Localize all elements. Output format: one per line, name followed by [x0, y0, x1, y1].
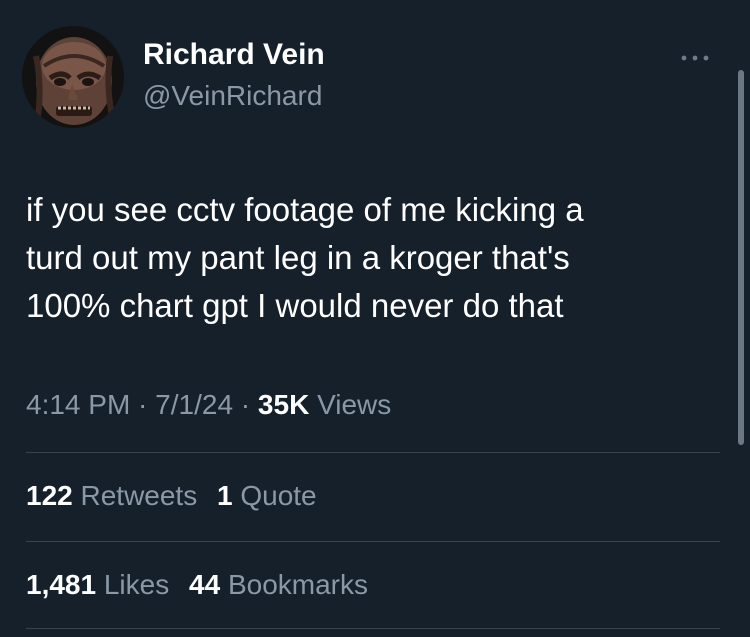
engagement-row-shares: 122 Retweets 1 Quote [26, 478, 329, 514]
meta-separator: · [233, 389, 258, 420]
tweet-text: if you see cctv footage of me kicking a … [26, 186, 706, 330]
divider [26, 452, 720, 453]
retweets-label: Retweets [72, 480, 198, 511]
meta-separator: · [130, 389, 156, 420]
likes-label: Likes [96, 569, 170, 600]
engagement-row-likes: 1,481 Likes 44 Bookmarks [26, 567, 380, 603]
scrollbar[interactable] [738, 70, 744, 445]
tweet-text-line: 100% chart gpt I would never do that [26, 287, 564, 324]
quotes-label: Quote [232, 480, 317, 511]
views-count: 35K [257, 389, 310, 420]
avatar[interactable] [22, 26, 124, 128]
retweets-stat[interactable]: 122 Retweets [26, 480, 197, 511]
tweet-meta: 4:14 PM · 7/1/24 · 35K Views [26, 387, 391, 423]
tweet-time[interactable]: 4:14 PM [26, 389, 130, 420]
more-options-icon[interactable] [680, 46, 720, 66]
tweet-text-line: turd out my pant leg in a kroger that's [26, 239, 570, 276]
bookmarks-count: 44 [189, 569, 221, 600]
views-label: Views [309, 389, 392, 420]
tweet-date[interactable]: 7/1/24 [155, 389, 233, 420]
likes-stat[interactable]: 1,481 Likes [26, 569, 169, 600]
retweets-count: 122 [26, 480, 73, 511]
quotes-stat[interactable]: 1 Quote [217, 480, 317, 511]
bookmarks-label: Bookmarks [220, 569, 368, 600]
user-handle[interactable]: @VeinRichard [143, 79, 322, 113]
likes-count: 1,481 [26, 569, 97, 600]
display-name[interactable]: Richard Vein [143, 37, 325, 73]
divider [26, 628, 720, 629]
quotes-count: 1 [217, 480, 233, 511]
divider [26, 541, 720, 542]
bookmarks-stat[interactable]: 44 Bookmarks [189, 569, 368, 600]
tweet-text-line: if you see cctv footage of me kicking a [26, 191, 584, 228]
